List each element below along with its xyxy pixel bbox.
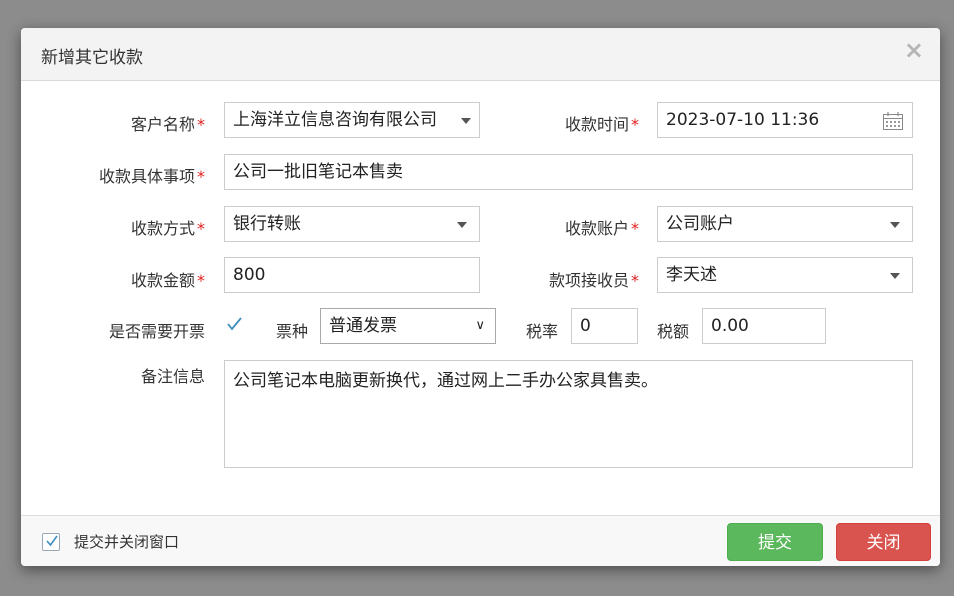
method-value: 银行转账: [233, 214, 301, 234]
invoice-label: 是否需要开票: [108, 322, 205, 341]
method-label: 收款方式 *: [130, 219, 205, 238]
close-button[interactable]: 关闭: [836, 523, 931, 561]
invoice-type-label: 票种: [276, 322, 309, 341]
receipt-time-label: 收款时间 *: [564, 115, 639, 134]
receiver-value: 李天述: [666, 265, 717, 285]
invoice-type-select[interactable]: 普通发票 ∨: [320, 308, 496, 344]
submit-button[interactable]: 提交: [727, 523, 823, 561]
caret-down-icon: [461, 118, 471, 124]
required-mark: *: [197, 271, 205, 290]
calendar-icon[interactable]: [882, 111, 904, 131]
add-other-receipt-dialog: 新增其它收款 × 客户名称 * 上海洋立信息咨询有限公司 收款时间 * 2023-0…: [21, 28, 940, 566]
caret-down-icon: [890, 222, 900, 228]
dialog-footer: 提交并关闭窗口 提交 关闭: [21, 515, 940, 566]
item-input[interactable]: 公司一批旧笔记本售卖: [224, 154, 913, 190]
account-label: 收款账户 *: [564, 219, 639, 238]
tax-rate-input[interactable]: 0: [571, 308, 638, 344]
invoice-checkbox[interactable]: [225, 317, 243, 335]
required-mark: *: [631, 219, 639, 238]
remark-label: 备注信息: [140, 367, 205, 386]
customer-select[interactable]: 上海洋立信息咨询有限公司: [224, 102, 480, 138]
item-label: 收款具体事项 *: [98, 167, 205, 186]
required-mark: *: [197, 219, 205, 238]
checkmark-icon: [46, 535, 58, 547]
chevron-down-icon: ∨: [475, 318, 485, 333]
item-value: 公司一批旧笔记本售卖: [233, 162, 403, 182]
remark-value: 公司笔记本电脑更新换代，通过网上二手办公家具售卖。: [233, 371, 658, 391]
account-select[interactable]: 公司账户: [657, 206, 913, 242]
tax-amount-input[interactable]: 0.00: [702, 308, 826, 344]
tax-amount-label: 税额: [657, 322, 690, 341]
method-select[interactable]: 银行转账: [224, 206, 480, 242]
dialog-header: 新增其它收款 ×: [21, 28, 940, 81]
tax-amount-value: 0.00: [711, 316, 749, 336]
amount-label: 收款金额 *: [130, 271, 205, 290]
caret-down-icon: [890, 273, 900, 279]
invoice-type-value: 普通发票: [329, 316, 397, 336]
receiver-label: 款项接收员 *: [548, 271, 639, 290]
receipt-time-input[interactable]: 2023-07-10 11:36: [657, 102, 913, 138]
checkmark-icon: [227, 317, 242, 331]
dialog-title: 新增其它收款: [41, 48, 143, 68]
amount-input[interactable]: 800: [224, 257, 480, 293]
caret-down-icon: [457, 222, 467, 228]
amount-value: 800: [233, 265, 266, 285]
customer-label: 客户名称 *: [130, 115, 205, 134]
required-mark: *: [197, 115, 205, 134]
close-after-submit-checkbox[interactable]: [42, 533, 60, 551]
receipt-time-value: 2023-07-10 11:36: [666, 110, 820, 130]
receiver-select[interactable]: 李天述: [657, 257, 913, 293]
remark-textarea[interactable]: 公司笔记本电脑更新换代，通过网上二手办公家具售卖。: [224, 360, 913, 468]
tax-rate-label: 税率: [526, 322, 559, 341]
close-icon[interactable]: ×: [904, 38, 924, 62]
required-mark: *: [197, 167, 205, 186]
required-mark: *: [631, 271, 639, 290]
account-value: 公司账户: [666, 214, 734, 234]
close-after-submit-label[interactable]: 提交并关闭窗口: [74, 531, 179, 552]
customer-value: 上海洋立信息咨询有限公司: [233, 110, 437, 130]
tax-rate-value: 0: [580, 316, 591, 336]
required-mark: *: [631, 115, 639, 134]
